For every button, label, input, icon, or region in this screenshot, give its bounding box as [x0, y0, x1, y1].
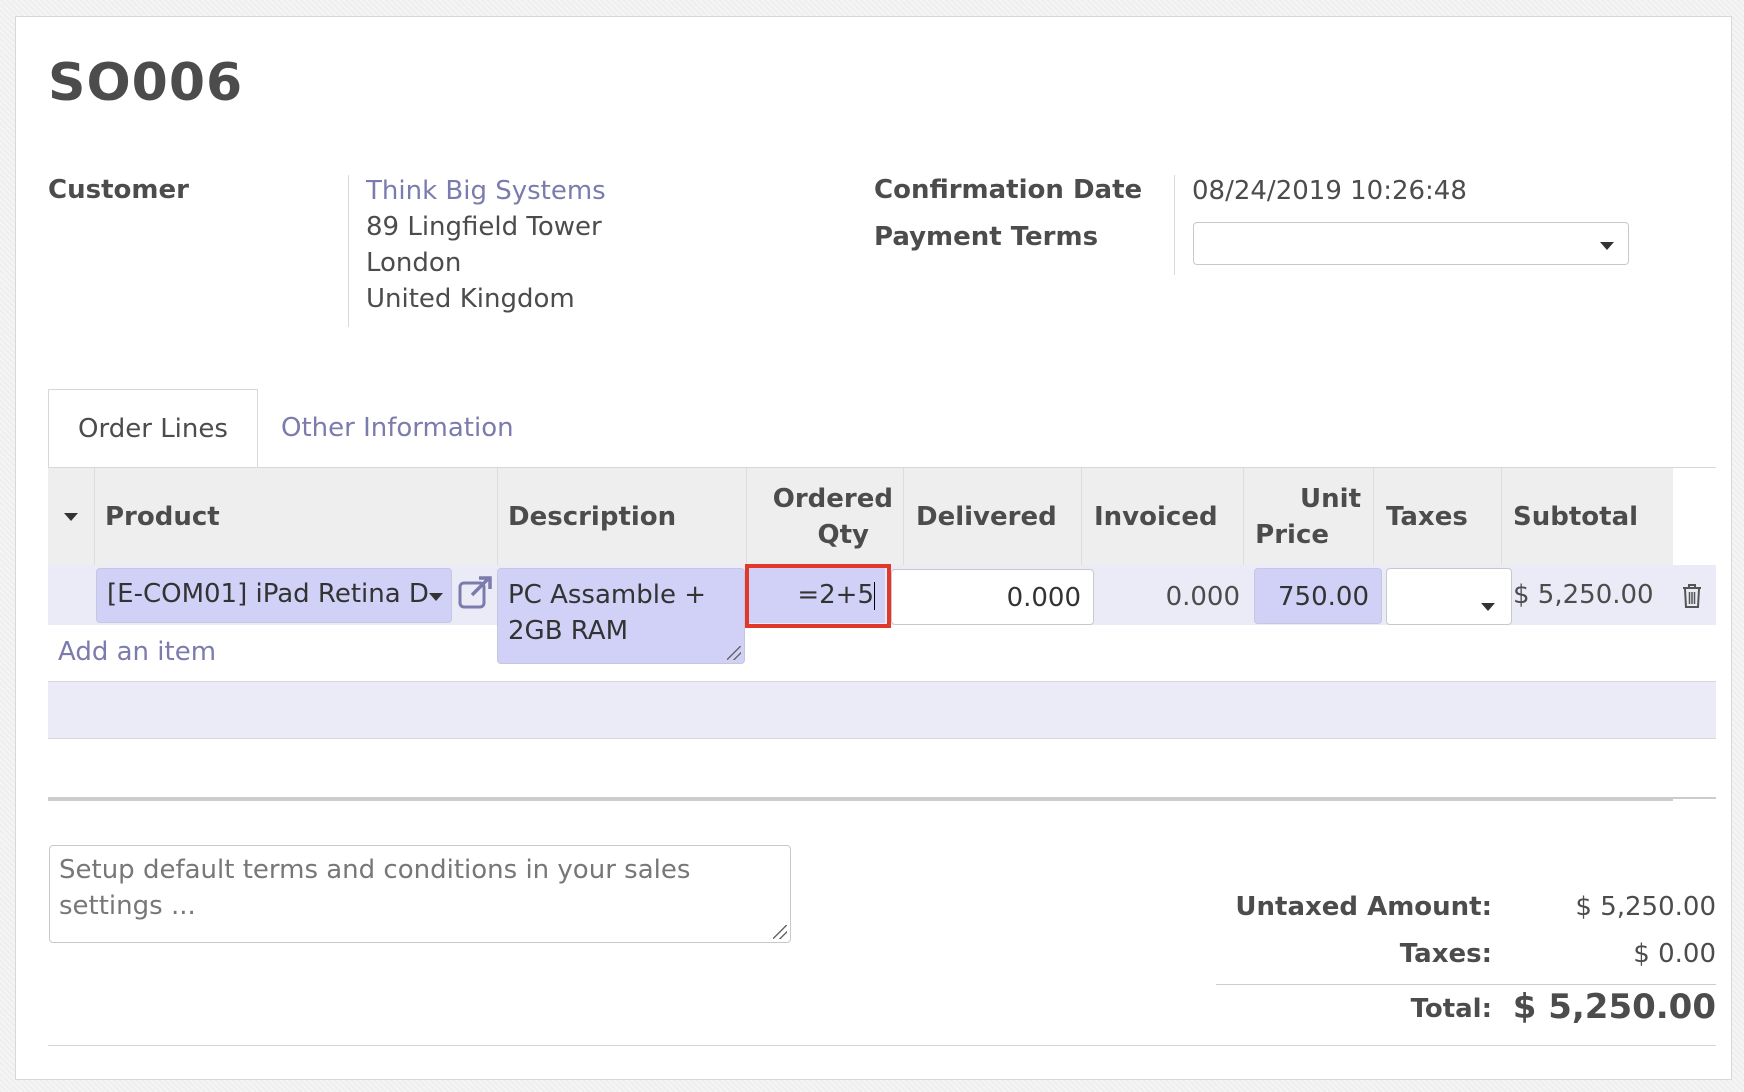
customer-label: Customer [48, 175, 189, 205]
order-lines-header: Product Description Ordered Qty Delivere… [48, 468, 1673, 565]
qty-highlight-box [745, 564, 891, 628]
external-link-icon[interactable] [457, 575, 493, 611]
confirmation-date-label: Confirmation Date [874, 175, 1143, 205]
header-unit-price-line2: Price [1255, 519, 1329, 550]
header-ordered-qty-line2: Qty [817, 519, 869, 550]
product-field[interactable]: [E-COM01] iPad Retina D [96, 568, 452, 623]
delivered-value: 0.000 [1006, 583, 1081, 613]
trash-icon[interactable] [1681, 583, 1703, 609]
resize-handle-icon[interactable] [773, 925, 787, 939]
header-invoiced[interactable]: Invoiced [1082, 468, 1244, 565]
table-footer-line [48, 797, 1673, 801]
taxes-total-label: Taxes: [1399, 939, 1492, 969]
header-description[interactable]: Description [498, 468, 747, 565]
payment-terms-select[interactable] [1193, 222, 1629, 265]
confirmation-date-value: 08/24/2019 10:26:48 [1192, 176, 1467, 206]
customer-address-line2: London [366, 248, 462, 278]
info-separator [1174, 175, 1175, 275]
unit-price-value: 750.00 [1278, 582, 1369, 612]
tab-other-information[interactable]: Other Information [281, 389, 514, 467]
product-dropdown-caret-icon[interactable] [429, 593, 443, 601]
header-unit-price[interactable]: Unit Price [1244, 468, 1374, 565]
customer-address-line1: 89 Lingfield Tower [366, 212, 602, 242]
unit-price-input[interactable]: 750.00 [1254, 568, 1382, 624]
header-delivered[interactable]: Delivered [904, 468, 1082, 565]
customer-separator [348, 175, 349, 327]
untaxed-amount-label: Untaxed Amount: [1235, 892, 1492, 922]
untaxed-amount-value: $ 5,250.00 [1575, 892, 1716, 922]
table-footer-line-end [1673, 797, 1716, 799]
description-field[interactable]: PC Assamble + 2GB RAM [497, 568, 745, 664]
invoiced-value: 0.000 [1165, 582, 1240, 612]
header-ordered-qty[interactable]: Ordered Qty [747, 468, 904, 565]
bottom-divider [48, 1045, 1716, 1046]
product-value: [E-COM01] iPad Retina D [107, 579, 429, 609]
total-value: $ 5,250.00 [1512, 987, 1716, 1027]
description-line2: 2GB RAM [508, 616, 629, 646]
totals-divider [1216, 984, 1716, 985]
header-taxes[interactable]: Taxes [1374, 468, 1502, 565]
sales-order-form: SO006 Customer Think Big Systems 89 Ling… [15, 16, 1732, 1080]
resize-handle-icon[interactable] [727, 646, 741, 660]
customer-address-line3: United Kingdom [366, 284, 575, 314]
order-title: SO006 [48, 53, 244, 113]
terms-placeholder: Setup default terms and conditions in yo… [59, 855, 691, 921]
dropdown-caret-icon [1600, 242, 1614, 250]
tab-order-lines[interactable]: Order Lines [48, 389, 258, 468]
sort-caret-icon [64, 512, 78, 521]
dropdown-caret-icon [1481, 603, 1495, 611]
taxes-select[interactable] [1386, 568, 1512, 625]
description-line1: PC Assamble + [508, 580, 707, 610]
empty-row-strip [48, 681, 1716, 739]
header-unit-price-line1: Unit [1300, 483, 1361, 514]
terms-conditions-textarea[interactable]: Setup default terms and conditions in yo… [49, 845, 791, 943]
header-subtotal[interactable]: Subtotal [1502, 468, 1673, 565]
sort-toggle[interactable] [48, 468, 95, 565]
header-ordered-qty-line1: Ordered [772, 483, 893, 514]
taxes-total-value: $ 0.00 [1633, 939, 1716, 969]
customer-name-link[interactable]: Think Big Systems [366, 173, 606, 209]
add-item-link[interactable]: Add an item [58, 637, 216, 667]
header-product[interactable]: Product [95, 468, 498, 565]
payment-terms-label: Payment Terms [874, 222, 1099, 252]
subtotal-value: $ 5,250.00 [1513, 580, 1654, 610]
delivered-input[interactable]: 0.000 [891, 569, 1094, 625]
